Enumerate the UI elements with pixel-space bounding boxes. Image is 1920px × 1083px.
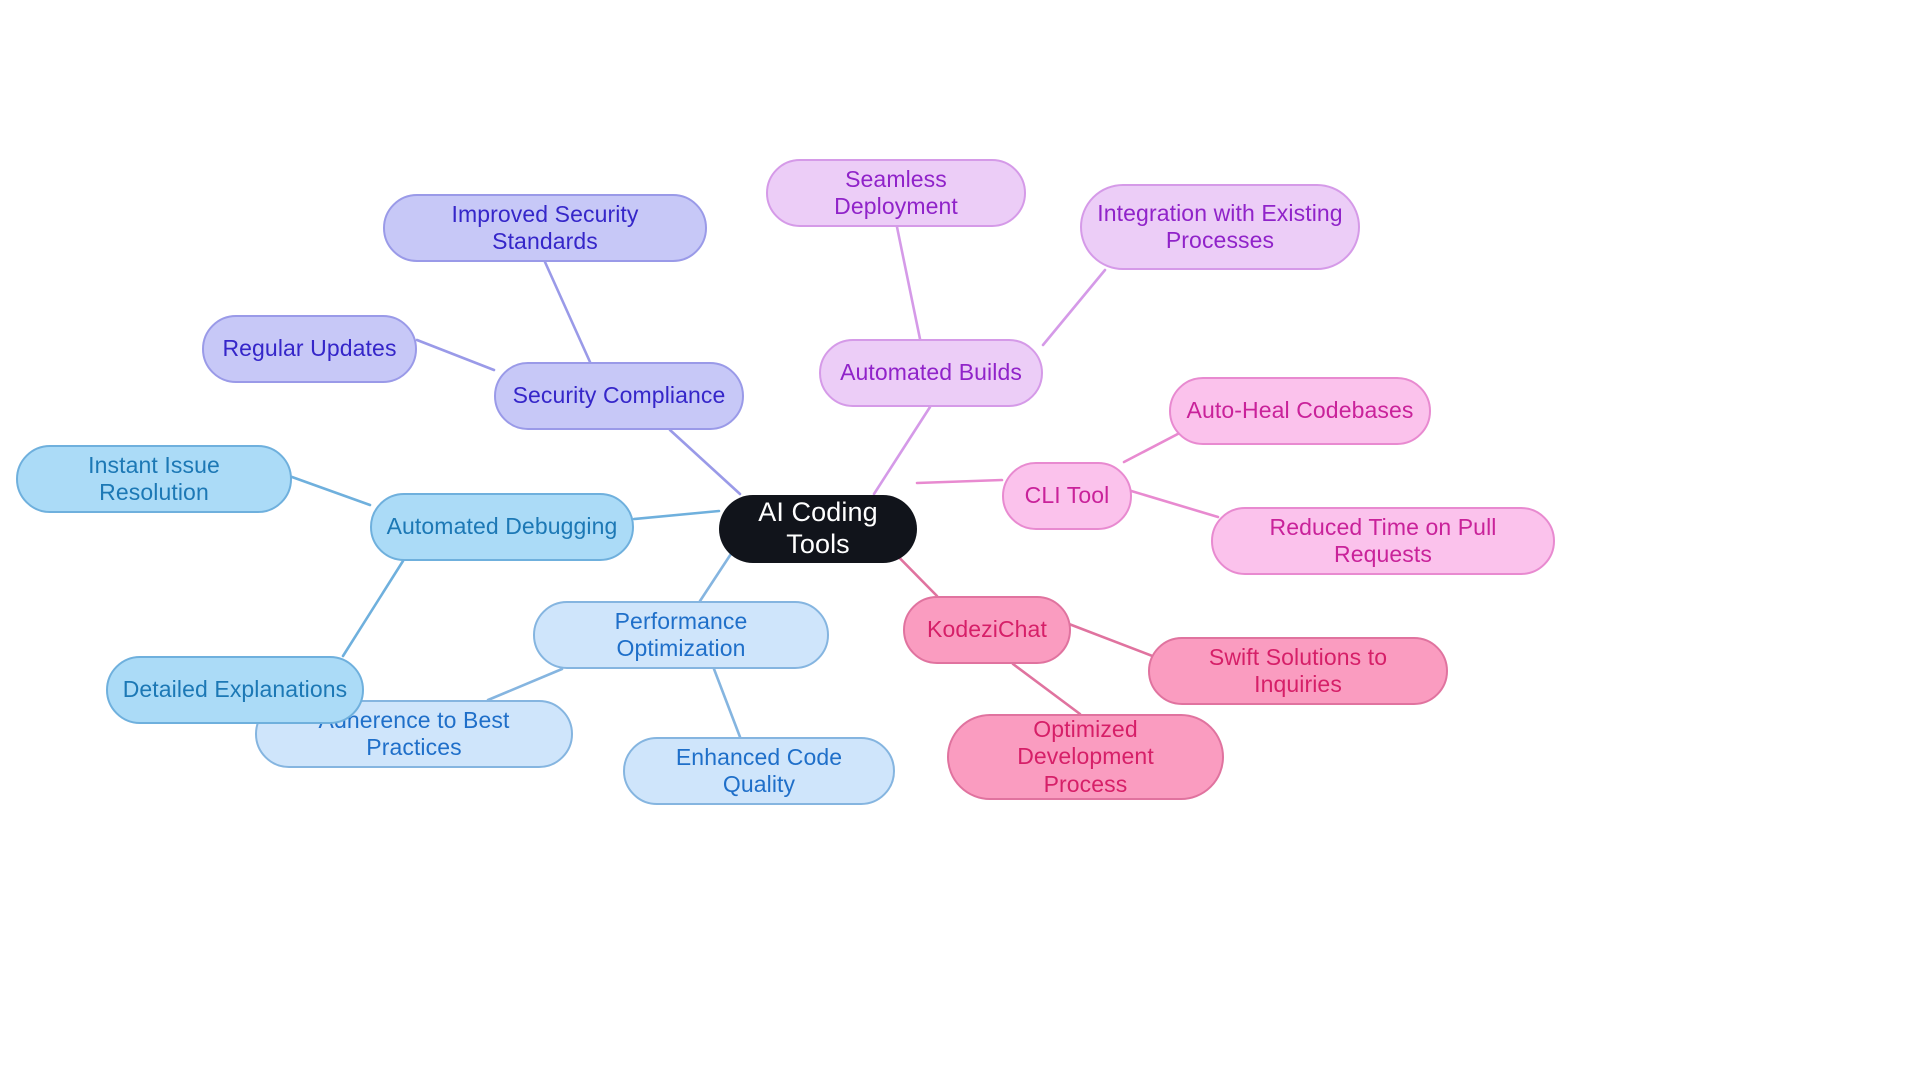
node-cli-tool[interactable]: CLI Tool <box>1002 462 1132 530</box>
node-label: Regular Updates <box>222 335 397 362</box>
node-label: Instant Issue Resolution <box>88 451 220 505</box>
node-label: Integration with Existing Processes <box>1097 199 1343 253</box>
edge-kodezichat-optimized <box>1011 662 1082 716</box>
node-enhanced-code-quality[interactable]: Enhanced Code Quality <box>623 737 895 805</box>
mindmap-canvas: Security Compliance Improved Security Sta… <box>0 0 1920 1083</box>
node-automated-builds[interactable]: Automated Builds <box>819 339 1043 407</box>
node-label: Performance Optimization <box>614 607 748 661</box>
edge-debugging-detailed <box>341 559 405 658</box>
node-label: Automated Debugging <box>386 513 618 540</box>
edge-builds-integration <box>1041 268 1107 347</box>
node-label: CLI Tool <box>1024 482 1110 509</box>
node-security-compliance[interactable]: Security Compliance <box>494 362 744 430</box>
node-label: Enhanced Code Quality <box>675 743 843 797</box>
edge-root-cli <box>915 478 1004 485</box>
node-root[interactable]: AI Coding Tools <box>719 495 917 563</box>
node-reduced-time-pull-requests[interactable]: Reduced Time on Pull Requests <box>1211 507 1555 575</box>
node-improved-security-standards[interactable]: Improved Security Standards <box>383 194 707 262</box>
node-seamless-deployment[interactable]: Seamless Deployment <box>766 159 1026 227</box>
node-detailed-explanations[interactable]: Detailed Explanations <box>106 656 364 724</box>
node-label: Detailed Explanations <box>122 676 348 703</box>
edge-builds-seamless <box>895 225 922 341</box>
node-swift-solutions-inquiries[interactable]: Swift Solutions to Inquiries <box>1148 637 1448 705</box>
edge-security-improved <box>543 260 592 364</box>
node-performance-optimization[interactable]: Performance Optimization <box>533 601 829 669</box>
node-label: AI Coding Tools <box>758 497 878 559</box>
edge-cli-pullrequests <box>1126 488 1220 519</box>
edge-root-security <box>668 428 742 496</box>
node-label: Seamless Deployment <box>834 165 958 219</box>
node-label: Optimized Development Process <box>1017 716 1154 797</box>
node-label: Auto-Heal Codebases <box>1186 397 1414 424</box>
node-label: Swift Solutions to Inquiries <box>1208 643 1388 697</box>
node-integration-existing-processes[interactable]: Integration with Existing Processes <box>1080 184 1360 270</box>
node-regular-updates[interactable]: Regular Updates <box>202 315 417 383</box>
node-label: Automated Builds <box>840 359 1022 386</box>
edge-kodezichat-swift <box>1067 622 1157 659</box>
node-instant-issue-resolution[interactable]: Instant Issue Resolution <box>16 445 292 513</box>
node-label: KodeziChat <box>927 616 1047 643</box>
node-automated-debugging[interactable]: Automated Debugging <box>370 493 634 561</box>
edge-root-debugging <box>632 509 721 521</box>
edge-performance-enhanced <box>712 667 742 739</box>
edge-security-updates <box>415 338 496 372</box>
node-auto-heal-codebases[interactable]: Auto-Heal Codebases <box>1169 377 1431 445</box>
edge-root-builds <box>872 405 932 496</box>
node-kodezichat[interactable]: KodeziChat <box>903 596 1071 664</box>
node-label: Security Compliance <box>512 382 726 409</box>
node-label: Reduced Time on Pull Requests <box>1269 513 1497 567</box>
edge-debugging-instant <box>290 475 372 507</box>
edge-performance-adherence <box>486 667 564 702</box>
node-label: Improved Security Standards <box>451 200 639 254</box>
node-optimized-development-process[interactable]: Optimized Development Process <box>947 714 1224 800</box>
